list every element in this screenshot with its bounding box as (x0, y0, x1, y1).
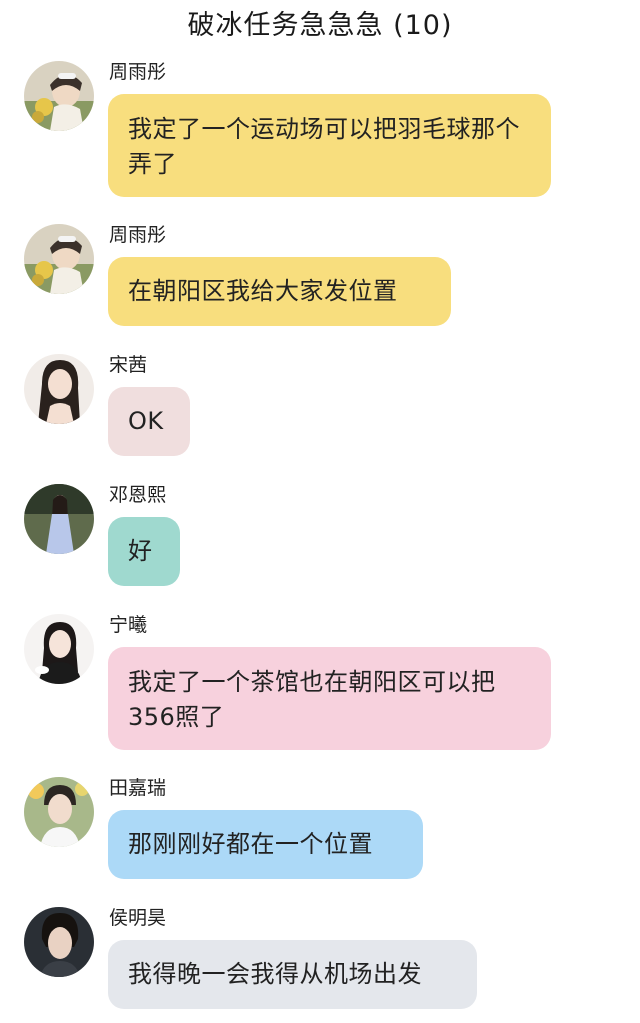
sender-name: 侯明昊 (109, 907, 167, 929)
message-text: 我定了一个运动场可以把羽毛球那个弄了 (128, 115, 520, 178)
message-bubble[interactable]: 我定了一个茶馆也在朝阳区可以把356照了 (108, 647, 551, 750)
message-bubble[interactable]: 我得晚一会我得从机场出发 (108, 940, 477, 1009)
message-text: 那刚刚好都在一个位置 (128, 830, 373, 858)
sender-name: 邓恩熙 (109, 484, 167, 506)
avatar[interactable] (24, 484, 94, 554)
chat-screen: 破冰任务急急急 (10) 周雨彤 我定了一个运动场可以把羽毛球那个弄了 周雨彤 … (0, 0, 640, 1023)
avatar[interactable] (24, 907, 94, 977)
sender-name: 田嘉瑞 (109, 777, 167, 799)
avatar[interactable] (24, 61, 94, 131)
avatar[interactable] (24, 614, 94, 684)
message-bubble[interactable]: 好 (108, 517, 180, 586)
chat-title: 破冰任务急急急 (10) (187, 10, 453, 41)
message-bubble[interactable]: OK (108, 387, 190, 456)
message-text: 在朝阳区我给大家发位置 (128, 277, 398, 305)
sender-name: 宁曦 (109, 614, 148, 636)
message-text: 我得晚一会我得从机场出发 (128, 960, 422, 988)
message-text: 好 (128, 537, 153, 565)
avatar[interactable] (24, 354, 94, 424)
avatar[interactable] (24, 224, 94, 294)
sender-name: 宋茜 (109, 354, 148, 376)
sender-name: 周雨彤 (109, 224, 167, 246)
message-text: OK (128, 407, 164, 435)
message-bubble[interactable]: 在朝阳区我给大家发位置 (108, 257, 451, 326)
message-text: 我定了一个茶馆也在朝阳区可以把356照了 (128, 668, 496, 731)
avatar[interactable] (24, 777, 94, 847)
sender-name: 周雨彤 (109, 61, 167, 83)
message-bubble[interactable]: 我定了一个运动场可以把羽毛球那个弄了 (108, 94, 551, 197)
message-bubble[interactable]: 那刚刚好都在一个位置 (108, 810, 423, 879)
